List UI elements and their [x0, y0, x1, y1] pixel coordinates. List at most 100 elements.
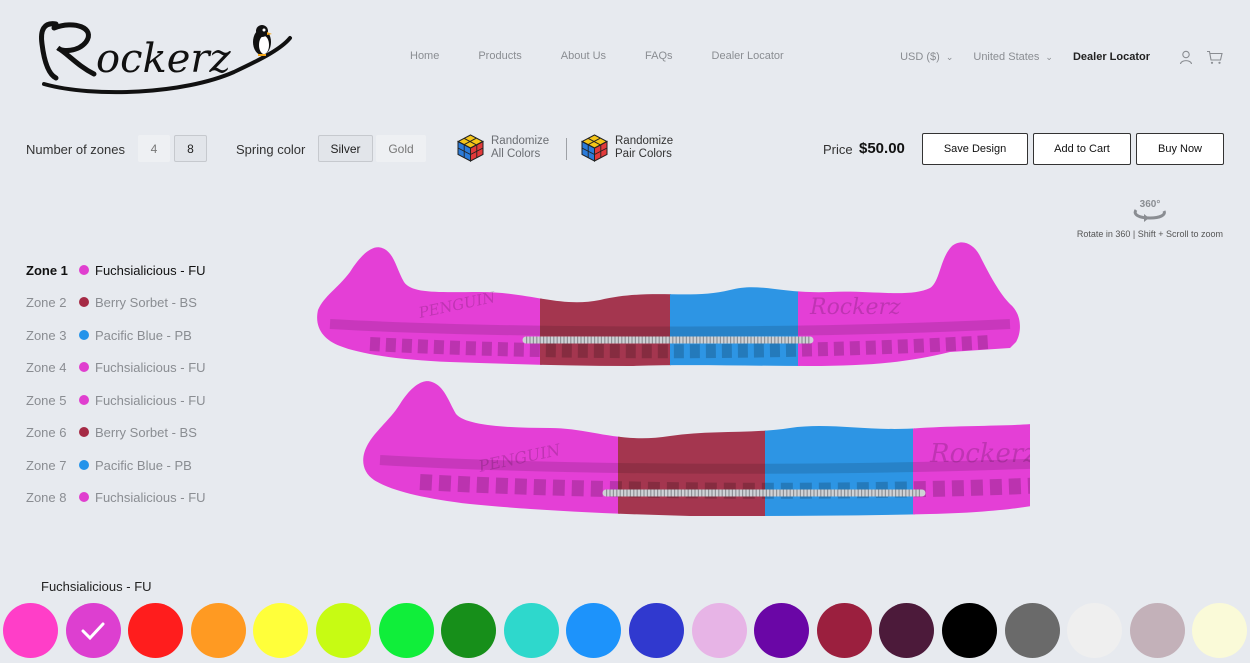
- color-swatch-row: [3, 603, 1250, 659]
- country-select[interactable]: United States ⌄: [973, 51, 1053, 63]
- color-swatch[interactable]: [879, 603, 935, 658]
- zone-label: Zone 7: [26, 457, 67, 473]
- zone-color-name: Pacific Blue - PB: [95, 457, 192, 473]
- rotate-360-icon[interactable]: 360°: [1130, 196, 1170, 224]
- zones-option-4[interactable]: 4: [138, 135, 170, 162]
- zone-item-1[interactable]: Zone 1 Fuchsialicious - FU: [26, 262, 206, 278]
- color-swatch[interactable]: [128, 603, 184, 658]
- buy-now-button[interactable]: Buy Now: [1136, 133, 1224, 165]
- randomize-all-button[interactable]: Randomize All Colors: [457, 134, 549, 162]
- zones-label: Number of zones: [26, 142, 125, 157]
- randomize-pair-line2: Pair Colors: [615, 148, 672, 160]
- zone-color-name: Fuchsialicious - FU: [95, 262, 206, 278]
- zone-label: Zone 4: [26, 359, 67, 375]
- zone-color-dot: [79, 265, 89, 275]
- color-swatch[interactable]: [3, 603, 58, 658]
- guard-text-rockerz: Rockerz: [929, 439, 1030, 469]
- zone-color-dot: [79, 330, 89, 340]
- zone-item-8[interactable]: Zone 8 Fuchsialicious - FU: [26, 489, 206, 505]
- zone-color-name: Fuchsialicious - FU: [95, 392, 206, 408]
- color-swatch[interactable]: [190, 603, 246, 658]
- color-swatch[interactable]: [441, 603, 497, 658]
- currency-value: USD ($): [900, 51, 940, 63]
- design-toolbar: Number of zones 4 8 Spring color Silver …: [26, 133, 1226, 167]
- currency-select[interactable]: USD ($) ⌄: [900, 51, 953, 63]
- selected-color-name: Fuchsialicious - FU: [41, 579, 152, 594]
- color-swatch[interactable]: [65, 603, 121, 658]
- color-swatch[interactable]: [816, 603, 872, 658]
- color-swatch[interactable]: [378, 603, 434, 658]
- zone-label: Zone 8: [26, 489, 67, 505]
- spring-label: Spring color: [236, 142, 306, 157]
- color-swatch[interactable]: [629, 603, 684, 658]
- rotate-hint: Rotate in 360 | Shift + Scroll to zoom: [1076, 229, 1223, 239]
- color-swatch[interactable]: [942, 603, 997, 658]
- randomize-pair-button[interactable]: Randomize Pair Colors: [581, 134, 673, 162]
- zone-color-dot: [79, 362, 89, 372]
- zone-item-5[interactable]: Zone 5 Fuchsialicious - FU: [26, 392, 206, 408]
- cart-icon[interactable]: [1204, 48, 1224, 66]
- chevron-down-icon: ⌄: [945, 51, 954, 62]
- nav-faqs[interactable]: FAQs: [645, 50, 673, 62]
- color-swatch[interactable]: [316, 603, 371, 658]
- zone-color-name: Berry Sorbet - BS: [95, 424, 197, 440]
- add-to-cart-button[interactable]: Add to Cart: [1033, 133, 1131, 165]
- zone-color-name: Fuchsialicious - FU: [95, 489, 206, 505]
- color-swatch[interactable]: [503, 603, 559, 658]
- zone-color-name: Berry Sorbet - BS: [95, 294, 197, 310]
- color-swatch[interactable]: [253, 603, 309, 658]
- color-swatch[interactable]: [1192, 603, 1248, 658]
- color-swatch[interactable]: [1067, 603, 1123, 658]
- zone-label: Zone 3: [26, 327, 67, 343]
- zone-color-dot: [79, 395, 89, 405]
- zone-color-dot: [79, 460, 89, 470]
- zone-color-dot: [79, 297, 89, 307]
- checkmark-icon: [81, 622, 105, 640]
- country-value: United States: [973, 51, 1040, 63]
- spring-option-gold[interactable]: Gold: [376, 135, 426, 162]
- svg-text:360°: 360°: [1140, 199, 1161, 210]
- color-swatch[interactable]: [691, 603, 747, 658]
- zone-label: Zone 1: [26, 262, 68, 278]
- nav-home[interactable]: Home: [410, 50, 439, 62]
- spring-option-silver[interactable]: Silver: [318, 135, 373, 162]
- guard-bottom: [363, 377, 1030, 516]
- chevron-down-icon: ⌄: [1045, 51, 1053, 62]
- brand-logo[interactable]: ockerz: [34, 16, 296, 100]
- nav-products[interactable]: Products: [478, 50, 521, 62]
- zone-color-dot: [79, 427, 89, 437]
- zone-color-name: Fuchsialicious - FU: [95, 359, 206, 375]
- zone-item-3[interactable]: Zone 3 Pacific Blue - PB: [26, 327, 192, 343]
- zone-color-dot: [79, 492, 89, 502]
- color-swatch[interactable]: [754, 603, 810, 658]
- color-swatch[interactable]: [566, 603, 622, 658]
- nav-about-us[interactable]: About Us: [561, 50, 606, 62]
- zone-item-7[interactable]: Zone 7 Pacific Blue - PB: [26, 457, 192, 473]
- zone-label: Zone 6: [26, 424, 67, 440]
- zones-option-8[interactable]: 8: [174, 135, 207, 162]
- guard-3d-preview[interactable]: PENGUIN Rockerz PENGUIN Rockerz: [310, 238, 1030, 530]
- color-swatch[interactable]: [1129, 603, 1185, 658]
- header-right: USD ($) ⌄ United States ⌄ Dealer Locator: [900, 48, 1224, 66]
- nav-dealer-locator[interactable]: Dealer Locator: [712, 50, 784, 62]
- divider: [566, 138, 567, 160]
- penguin-icon: [253, 25, 272, 56]
- randomize-pair-line1: Randomize: [615, 135, 674, 147]
- zone-item-6[interactable]: Zone 6 Berry Sorbet - BS: [26, 424, 197, 440]
- main-nav: Home Products About Us FAQs Dealer Locat…: [410, 50, 823, 62]
- price-label: Price: [823, 142, 853, 157]
- zone-item-4[interactable]: Zone 4 Fuchsialicious - FU: [26, 359, 206, 375]
- guard-text-rockerz: Rockerz: [809, 295, 901, 320]
- zone-label: Zone 5: [26, 392, 67, 408]
- cube-icon: [457, 134, 484, 162]
- zone-item-2[interactable]: Zone 2 Berry Sorbet - BS: [26, 294, 197, 310]
- cube-icon: [581, 134, 608, 162]
- user-icon[interactable]: [1176, 48, 1196, 66]
- zone-color-name: Pacific Blue - PB: [95, 327, 192, 343]
- color-swatch[interactable]: [1004, 603, 1060, 658]
- save-design-button[interactable]: Save Design: [922, 133, 1028, 165]
- dealer-locator-link[interactable]: Dealer Locator: [1073, 51, 1150, 63]
- randomize-all-line1: Randomize: [491, 135, 550, 147]
- zone-label: Zone 2: [26, 294, 67, 310]
- randomize-all-line2: All Colors: [491, 148, 541, 160]
